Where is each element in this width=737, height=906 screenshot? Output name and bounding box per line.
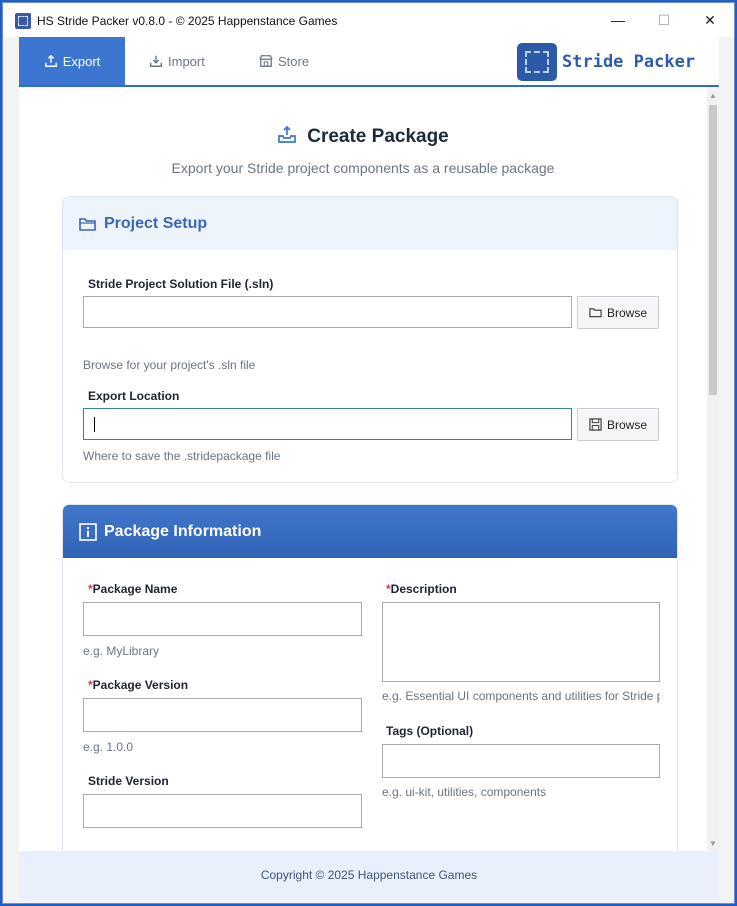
package-version-input[interactable] [83, 698, 362, 732]
footer-copyright: Copyright © 2025 Happenstance Games [260, 868, 478, 882]
page-title-text: Create Package [307, 126, 449, 147]
browse-export-button[interactable]: Browse [577, 408, 659, 441]
browse-sln-label: Browse [606, 305, 647, 320]
project-setup-header: Project Setup [63, 197, 677, 250]
minimize-button[interactable]: — [595, 3, 641, 37]
upload-tray-icon [278, 125, 297, 143]
export-location-hint: Where to save the .stridepackage file [83, 449, 281, 463]
package-version-label: *Package Version [88, 678, 188, 692]
tab-store[interactable]: Store [259, 37, 329, 85]
description-hint: e.g. Essential UI components and utiliti… [382, 689, 660, 703]
app-window: HS Stride Packer v0.8.0 - © 2025 Happens… [2, 2, 735, 904]
package-name-label-text: Package Name [92, 582, 178, 596]
description-textarea[interactable] [382, 602, 660, 682]
footer: Copyright © 2025 Happenstance Games [19, 851, 719, 899]
info-icon [79, 522, 97, 541]
browse-sln-button[interactable]: Browse [577, 296, 659, 329]
sln-input[interactable] [83, 296, 572, 328]
project-setup-title: Project Setup [104, 214, 208, 232]
close-button[interactable]: ✕ [687, 3, 733, 37]
save-disk-icon [589, 418, 602, 431]
page-title: Create Package [19, 125, 707, 148]
folder-icon [589, 308, 602, 318]
stride-version-input[interactable] [83, 794, 362, 828]
export-location-input[interactable] [83, 408, 572, 440]
main-scroll-area[interactable]: Create Package Export your Stride projec… [19, 87, 719, 851]
package-version-label-text: Package Version [92, 678, 189, 692]
tab-import-label: Import [168, 53, 205, 69]
vertical-scrollbar[interactable]: ▲ ▼ [707, 87, 719, 851]
browse-export-label: Browse [606, 417, 647, 432]
tags-label: Tags (Optional) [386, 724, 474, 738]
tab-store-label: Store [278, 53, 310, 69]
folder-open-icon [79, 217, 96, 231]
stride-version-label: Stride Version [88, 774, 169, 788]
tab-export-label: Export [62, 53, 101, 69]
description-label: *Description [386, 582, 457, 596]
package-version-hint: e.g. 1.0.0 [83, 740, 134, 754]
maximize-button[interactable]: ☐ [641, 3, 687, 37]
brand-logo [517, 43, 557, 81]
title-bar[interactable]: HS Stride Packer v0.8.0 - © 2025 Happens… [3, 3, 734, 37]
package-info-card: Package Information *Package Name e.g. M… [62, 504, 678, 851]
package-info-title: Package Information [104, 522, 262, 540]
scroll-down-icon[interactable]: ▼ [709, 839, 717, 848]
export-location-label: Export Location [88, 389, 180, 403]
tags-hint: e.g. ui-kit, utilities, components [382, 785, 547, 799]
download-tray-icon [150, 55, 162, 67]
tab-import[interactable]: Import [149, 37, 219, 85]
sln-label: Stride Project Solution File (.sln) [88, 277, 274, 291]
sln-hint: Browse for your project's .sln file [83, 358, 256, 372]
tab-export[interactable]: Export [19, 37, 125, 85]
package-name-label: *Package Name [88, 582, 177, 596]
app-icon [15, 13, 31, 29]
project-setup-card: Project Setup Stride Project Solution Fi… [62, 196, 678, 483]
brand-name: Stride Packer [562, 52, 696, 72]
package-name-input[interactable] [83, 602, 362, 636]
package-name-hint: e.g. MyLibrary [83, 644, 160, 658]
scroll-up-icon[interactable]: ▲ [709, 91, 717, 100]
upload-tray-icon [44, 54, 57, 67]
store-icon [259, 55, 273, 67]
scrollbar-thumb[interactable] [709, 105, 717, 395]
text-caret [94, 417, 95, 432]
nav-bar: Export Import Store Stride Packer [19, 37, 719, 87]
page-subtitle: Export your Stride project components as… [171, 160, 555, 176]
window-title: HS Stride Packer v0.8.0 - © 2025 Happens… [37, 14, 338, 28]
package-info-header: Package Information [63, 505, 677, 558]
tags-input[interactable] [382, 744, 660, 778]
app-content: Export Import Store Stride Packer Create… [19, 37, 719, 899]
description-label-text: Description [390, 582, 457, 596]
